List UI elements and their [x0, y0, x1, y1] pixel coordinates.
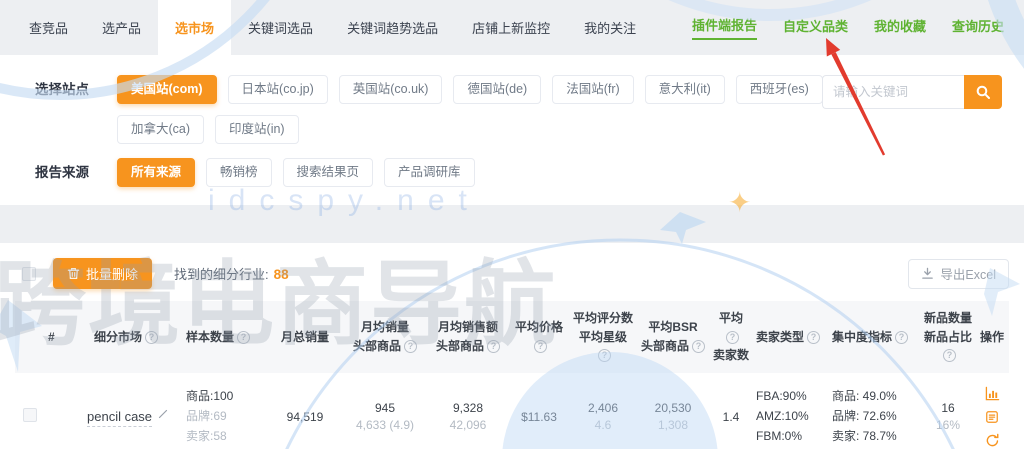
link-plugin-report[interactable]: 插件端报告: [691, 15, 757, 40]
site-filter-row: 选择站点 美国站(com) 日本站(co.jp) 英国站(co.uk) 德国站(…: [35, 75, 824, 144]
site-fr[interactable]: 法国站(fr): [552, 75, 634, 104]
col-index: #: [45, 301, 69, 373]
export-excel-button[interactable]: 导出Excel: [908, 258, 1009, 289]
col-concentration: 集中度指标?: [829, 301, 921, 373]
results-panel: 批量删除 找到的细分行业: 88 导出Excel # 细分市场? 样本数量 ? …: [0, 243, 1024, 449]
col-actions: 操作: [975, 301, 1009, 373]
help-icon[interactable]: ?: [598, 349, 611, 363]
trash-icon: [67, 267, 80, 280]
link-my-favorites[interactable]: 我的收藏: [874, 16, 926, 39]
keyword-search: [822, 75, 1002, 109]
col-avg-reviews: 平均评分数 平均星级?: [569, 301, 637, 373]
found-count-text: 找到的细分行业: 88: [174, 267, 289, 282]
total-sales-cell: 94,519: [267, 372, 343, 449]
help-icon[interactable]: ?: [692, 339, 705, 353]
col-checkbox: [15, 301, 45, 373]
batch-delete-button[interactable]: 批量删除: [53, 258, 153, 289]
top-revenue-cell: 9,328 42,096: [427, 372, 509, 449]
site-label: 选择站点: [35, 82, 89, 97]
row-checkbox[interactable]: [23, 408, 37, 423]
batch-delete-label: 批量删除: [86, 267, 139, 282]
help-icon[interactable]: ?: [943, 349, 956, 363]
tab-select-product[interactable]: 选产品: [85, 0, 158, 55]
search-button[interactable]: [964, 75, 1002, 109]
plane-watermark: [660, 212, 706, 244]
col-total-sales: 月总销量: [267, 301, 343, 373]
col-avg-bsr: 平均BSR 头部商品?: [637, 301, 709, 373]
top-sales-cell: 945 4,633 (4.9): [343, 372, 427, 449]
row-index-cell: [45, 372, 69, 449]
found-count-value: 88: [273, 267, 289, 282]
help-icon[interactable]: ?: [404, 339, 417, 353]
site-uk[interactable]: 英国站(co.uk): [338, 75, 443, 104]
col-new-products: 新品数量 新品占比?: [921, 301, 975, 373]
source-buttons: 所有来源 畅销榜 搜索结果页 产品调研库: [117, 158, 475, 187]
filter-panel: 选择站点 美国站(com) 日本站(co.jp) 英国站(co.uk) 德国站(…: [0, 55, 1024, 205]
search-input[interactable]: [822, 75, 964, 109]
tab-store-monitor[interactable]: 店铺上新监控: [455, 0, 567, 55]
market-table: # 细分市场? 样本数量? 月总销量 月均销量 头部商品? 月均销售额 头部商品? …: [15, 301, 1009, 449]
site-ca[interactable]: 加拿大(ca): [117, 115, 205, 144]
report-icon[interactable]: [985, 410, 999, 424]
market-link[interactable]: pencil case: [87, 409, 153, 428]
search-icon: [975, 84, 991, 100]
site-buttons: 美国站(com) 日本站(co.jp) 英国站(co.uk) 德国站(de) 法…: [117, 75, 824, 144]
refresh-icon[interactable]: [985, 433, 1000, 448]
col-samples: 样本数量?: [183, 301, 267, 373]
market-cell: pencil case: [69, 372, 183, 449]
edit-pencil-icon[interactable]: [158, 409, 168, 419]
col-seller-type: 卖家类型?: [753, 301, 829, 373]
help-icon[interactable]: ?: [487, 339, 500, 353]
source-all[interactable]: 所有来源: [117, 158, 196, 187]
source-research-lib[interactable]: 产品调研库: [384, 158, 475, 187]
avg-bsr-cell: 20,530 1,308: [637, 372, 709, 449]
help-icon[interactable]: ?: [726, 330, 739, 344]
link-query-history[interactable]: 查询历史: [952, 16, 1004, 39]
help-icon[interactable]: ?: [534, 339, 547, 353]
chart-icon[interactable]: [985, 386, 1000, 401]
help-icon[interactable]: ?: [237, 330, 251, 344]
export-excel-label: 导出Excel: [940, 268, 996, 282]
site-de[interactable]: 德国站(de): [453, 75, 542, 104]
site-us[interactable]: 美国站(com): [117, 75, 217, 104]
source-label: 报告来源: [35, 165, 89, 180]
table-header-row: # 细分市场? 样本数量? 月总销量 月均销量 头部商品? 月均销售额 头部商品? …: [15, 301, 1009, 373]
table-row: pencil case 商品:100 品牌:69 卖家:58 94,519 94…: [15, 372, 1009, 449]
site-es[interactable]: 西班牙(es): [735, 75, 823, 104]
download-icon: [921, 267, 934, 280]
source-search-result[interactable]: 搜索结果页: [282, 158, 374, 187]
col-top-revenue: 月均销售额 头部商品?: [427, 301, 509, 373]
link-custom-category[interactable]: 自定义品类: [783, 16, 848, 39]
seller-type-cell: FBA:90% AMZ:10% FBM:0%: [753, 372, 829, 449]
avg-price-cell: $11.63: [509, 372, 569, 449]
col-top-sales: 月均销量 头部商品?: [343, 301, 427, 373]
source-bestseller[interactable]: 畅销榜: [206, 158, 272, 187]
col-avg-sellers: 平均? 卖家数: [709, 301, 753, 373]
avg-reviews-cell: 2,406 4.6: [569, 372, 637, 449]
col-avg-price: 平均价格?: [509, 301, 569, 373]
concentration-cell: 商品: 49.0% 品牌: 72.6% 卖家: 78.7%: [829, 372, 921, 449]
tab-keyword-trend[interactable]: 关键词趋势选品: [330, 0, 455, 55]
help-icon[interactable]: ?: [895, 330, 909, 344]
col-market: 细分市场?: [69, 301, 183, 373]
tab-check-competitor[interactable]: 查竞品: [12, 0, 85, 55]
source-filter-row: 报告来源 所有来源 畅销榜 搜索结果页 产品调研库: [35, 158, 824, 187]
nav-right-links: 插件端报告 自定义品类 我的收藏 查询历史: [691, 0, 1024, 55]
help-icon[interactable]: ?: [807, 330, 821, 344]
site-jp[interactable]: 日本站(co.jp): [227, 75, 328, 104]
select-all-checkbox[interactable]: [22, 266, 36, 281]
site-in[interactable]: 印度站(in): [215, 115, 299, 144]
new-products-cell: 16 16%: [921, 372, 975, 449]
tab-keyword-select[interactable]: 关键词选品: [231, 0, 330, 55]
top-nav: 查竞品 选产品 选市场 关键词选品 关键词趋势选品 店铺上新监控 我的关注 插件…: [0, 0, 1024, 55]
samples-cell: 商品:100 品牌:69 卖家:58: [183, 372, 267, 449]
help-icon[interactable]: ?: [145, 330, 158, 344]
tab-select-market[interactable]: 选市场: [158, 0, 232, 55]
avg-sellers-cell: 1.4: [709, 372, 753, 449]
tab-my-follow[interactable]: 我的关注: [567, 0, 653, 55]
site-it[interactable]: 意大利(it): [644, 75, 725, 104]
actions-cell: [975, 372, 1009, 449]
table-toolbar: 批量删除 找到的细分行业: 88 导出Excel: [15, 258, 1009, 289]
